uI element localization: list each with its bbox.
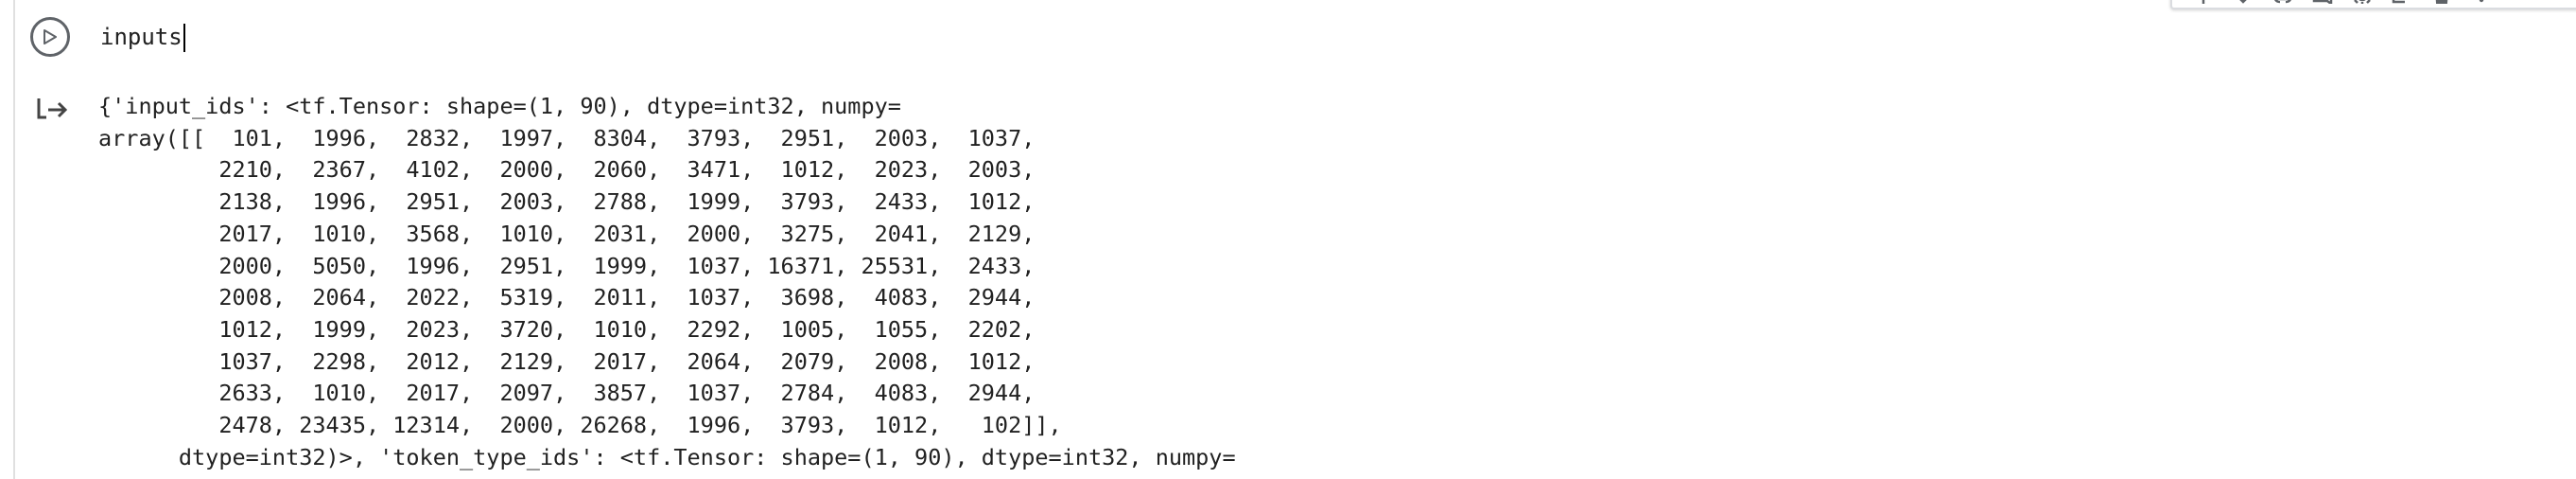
link-icon[interactable] [2271, 0, 2295, 4]
text-cursor [183, 24, 185, 52]
output-line: {'input_ids': <tf.Tensor: shape=(1, 90),… [98, 93, 901, 119]
output-line: 1037, 2298, 2012, 2129, 2017, 2064, 2079… [98, 347, 1036, 375]
comment-icon[interactable] [2310, 0, 2335, 4]
output-line: 2138, 1996, 2951, 2003, 2788, 1999, 3793… [98, 188, 1036, 216]
output-line: array([[ 101, 1996, 2832, 1997, 8304, 37… [98, 124, 1036, 151]
output-line: 2008, 2064, 2022, 5319, 2011, 1037, 3698… [98, 284, 1036, 311]
code-editor[interactable]: inputs [100, 17, 185, 57]
cell-output: {'input_ids': <tf.Tensor: shape=(1, 90),… [98, 91, 1236, 473]
output-line: dtype=int32)>, 'token_type_ids': <tf.Ten… [98, 443, 1236, 470]
code-text: inputs [100, 24, 183, 50]
mirror-cell-icon[interactable] [2390, 0, 2414, 4]
output-line: 2478, 23435, 12314, 2000, 26268, 1996, 3… [98, 412, 1062, 439]
arrow-up-icon[interactable] [2191, 0, 2216, 4]
output-line: 2210, 2367, 4102, 2000, 2060, 3471, 1012… [98, 156, 1036, 184]
delete-icon[interactable] [2429, 0, 2454, 4]
output-arrow-icon [36, 95, 70, 125]
output-line: 2000, 5050, 1996, 2951, 1999, 1037, 1637… [98, 252, 1036, 279]
output-line: 2633, 1010, 2017, 2097, 3857, 1037, 2784… [98, 380, 1036, 407]
more-icon[interactable] [2469, 0, 2494, 4]
cell-toolbar [2170, 0, 2576, 9]
arrow-down-icon[interactable] [2231, 0, 2255, 4]
run-cell-button[interactable] [30, 17, 70, 57]
output-line: 1012, 1999, 2023, 3720, 1010, 2292, 1005… [98, 315, 1036, 343]
settings-icon[interactable] [2350, 0, 2375, 4]
play-icon [44, 29, 57, 44]
cell-gutter [13, 0, 15, 479]
output-line: 2017, 1010, 3568, 1010, 2031, 2000, 3275… [98, 220, 1036, 247]
